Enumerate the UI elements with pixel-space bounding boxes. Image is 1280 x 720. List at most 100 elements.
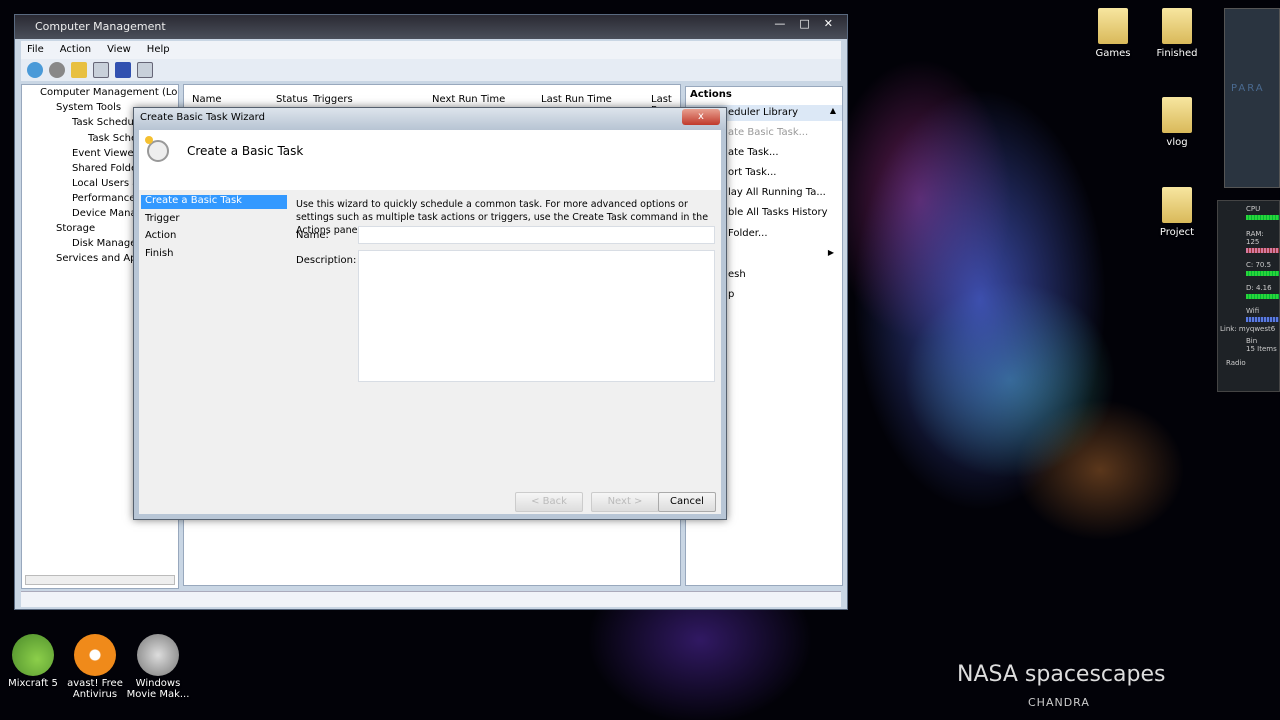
window-title: Computer Management [35, 20, 166, 33]
tree-event-viewer[interactable]: Event Viewer [72, 148, 138, 159]
actions-header: Actions [690, 89, 732, 100]
movie-maker-icon [137, 634, 179, 676]
name-label: Name: [296, 230, 329, 241]
menu-bar: File Action View Help [21, 41, 841, 59]
desktop-icon-project[interactable]: Project [1144, 187, 1210, 238]
cpu-bar [1246, 215, 1279, 220]
bin-label: Bin [1246, 337, 1258, 345]
step-finish[interactable]: Finish [141, 248, 287, 262]
description-input[interactable] [358, 250, 715, 382]
window-title-bar[interactable]: Computer Management [15, 15, 847, 39]
drive-d-label: D: 4.16 [1246, 284, 1272, 292]
up-folder-icon[interactable] [71, 62, 87, 78]
desktop-icon-movie-maker[interactable]: Windows Movie Mak... [125, 634, 191, 700]
submenu-arrow-icon: ▶ [827, 248, 834, 257]
action-create-task[interactable]: ate Task... [728, 147, 779, 158]
next-button[interactable]: Next > [591, 492, 659, 512]
show-hide-tree-icon[interactable] [93, 62, 109, 78]
step-trigger[interactable]: Trigger [141, 213, 287, 227]
create-basic-task-wizard: Create Basic Task Wizard x Create a Basi… [133, 107, 727, 520]
dialog-header: Create a Basic Task [139, 130, 721, 190]
desktop-icon-games[interactable]: Games [1080, 8, 1146, 59]
tree-storage[interactable]: Storage [56, 223, 95, 234]
toolbar [21, 59, 841, 81]
column-triggers[interactable]: Triggers [313, 94, 353, 105]
minimize-button[interactable]: — [774, 17, 785, 30]
column-next-run-time[interactable]: Next Run Time [432, 94, 505, 105]
link-label: Link: myqwest6 [1220, 325, 1276, 333]
dialog-close-button[interactable]: x [682, 109, 720, 125]
name-input[interactable] [358, 226, 715, 244]
action-enable-history[interactable]: ble All Tasks History [728, 207, 828, 218]
desktop-icon-mixcraft[interactable]: Mixcraft 5 [0, 634, 66, 689]
ram-bar [1246, 248, 1279, 253]
desktop-icon-vlog[interactable]: vlog [1144, 97, 1210, 148]
icon-label: Project [1159, 227, 1195, 238]
tree-task-scheduler-library[interactable]: Task Sche [88, 133, 137, 144]
menu-file[interactable]: File [27, 44, 44, 56]
wallpaper-subtitle: CHANDRA [1028, 696, 1090, 709]
action-refresh[interactable]: esh [728, 269, 746, 280]
tree-horizontal-scrollbar[interactable] [25, 575, 175, 585]
drive-c-label: C: 70.5 [1246, 261, 1272, 269]
drive-d-bar [1246, 294, 1279, 299]
description-label: Description: [296, 255, 357, 266]
icon-label: vlog [1166, 137, 1188, 148]
radio-label[interactable]: Radio [1226, 359, 1279, 367]
action-new-folder[interactable]: Folder... [728, 228, 768, 239]
folder-icon [1162, 187, 1192, 223]
folder-icon [1162, 8, 1192, 44]
action-display-running-tasks[interactable]: lay All Running Ta... [728, 187, 826, 198]
column-status[interactable]: Status [276, 94, 308, 105]
wifi-label: Wifi [1246, 307, 1260, 315]
action-create-basic-task[interactable]: ate Basic Task... [728, 127, 808, 138]
column-last-run-time[interactable]: Last Run Time [541, 94, 612, 105]
dialog-title-bar[interactable]: Create Basic Task Wizard [134, 108, 726, 130]
column-name[interactable]: Name [192, 94, 222, 105]
cancel-button[interactable]: Cancel [658, 492, 716, 512]
cpu-label: CPU [1246, 205, 1261, 213]
tree-computer-management[interactable]: Computer Management (Local [40, 87, 178, 98]
help-icon[interactable] [115, 62, 131, 78]
icon-label: Games [1095, 48, 1131, 59]
action-pane-icon[interactable] [137, 62, 153, 78]
menu-view[interactable]: View [107, 44, 131, 56]
desktop-icon-avast[interactable]: avast! Free Antivirus [62, 634, 128, 700]
step-action[interactable]: Action [141, 230, 287, 244]
status-bar [21, 591, 841, 607]
player-title: PARA [1231, 83, 1265, 94]
wifi-bar [1246, 317, 1279, 322]
tree-shared-folders[interactable]: Shared Folder [72, 163, 141, 174]
icon-label: Finished [1156, 48, 1198, 59]
tree-local-users[interactable]: Local Users a [72, 178, 138, 189]
step-create-basic-task[interactable]: Create a Basic Task [141, 195, 287, 209]
tree-performance[interactable]: Performance [72, 193, 135, 204]
avast-icon [74, 634, 116, 676]
media-player-gadget[interactable]: PARA [1224, 8, 1280, 188]
desktop-icon-finished[interactable]: Finished [1144, 8, 1210, 59]
maximize-button[interactable]: □ [799, 17, 809, 30]
tree-disk-management[interactable]: Disk Manager [72, 238, 141, 249]
mixcraft-icon [12, 634, 54, 676]
back-arrow-icon[interactable] [27, 62, 43, 78]
back-button[interactable]: < Back [515, 492, 583, 512]
action-task-scheduler-library: eduler Library [728, 107, 799, 118]
menu-help[interactable]: Help [147, 44, 170, 56]
icon-label: avast! Free Antivirus [67, 678, 123, 700]
menu-action[interactable]: Action [60, 44, 91, 56]
action-import-task[interactable]: ort Task... [728, 167, 776, 178]
collapse-arrow-icon[interactable]: ▲ [830, 106, 836, 115]
tree-system-tools[interactable]: System Tools [56, 102, 121, 113]
dialog-body: Create a Basic Task Create a Basic Task … [139, 130, 721, 514]
dialog-heading: Create a Basic Task [187, 144, 304, 158]
system-monitor-gadget: CPU RAM: 125 C: 70.5 D: 4.16 Wifi Link: … [1217, 200, 1280, 392]
action-help[interactable]: p [728, 289, 734, 300]
ram-label: RAM: 125 [1246, 230, 1264, 246]
folder-icon [1162, 97, 1192, 133]
dialog-title: Create Basic Task Wizard [140, 112, 265, 123]
tree-services-and-applications[interactable]: Services and App [56, 253, 143, 264]
close-button[interactable]: ✕ [824, 17, 833, 30]
forward-arrow-icon[interactable] [49, 62, 65, 78]
drive-c-bar [1246, 271, 1279, 276]
icon-label: Mixcraft 5 [8, 678, 58, 689]
